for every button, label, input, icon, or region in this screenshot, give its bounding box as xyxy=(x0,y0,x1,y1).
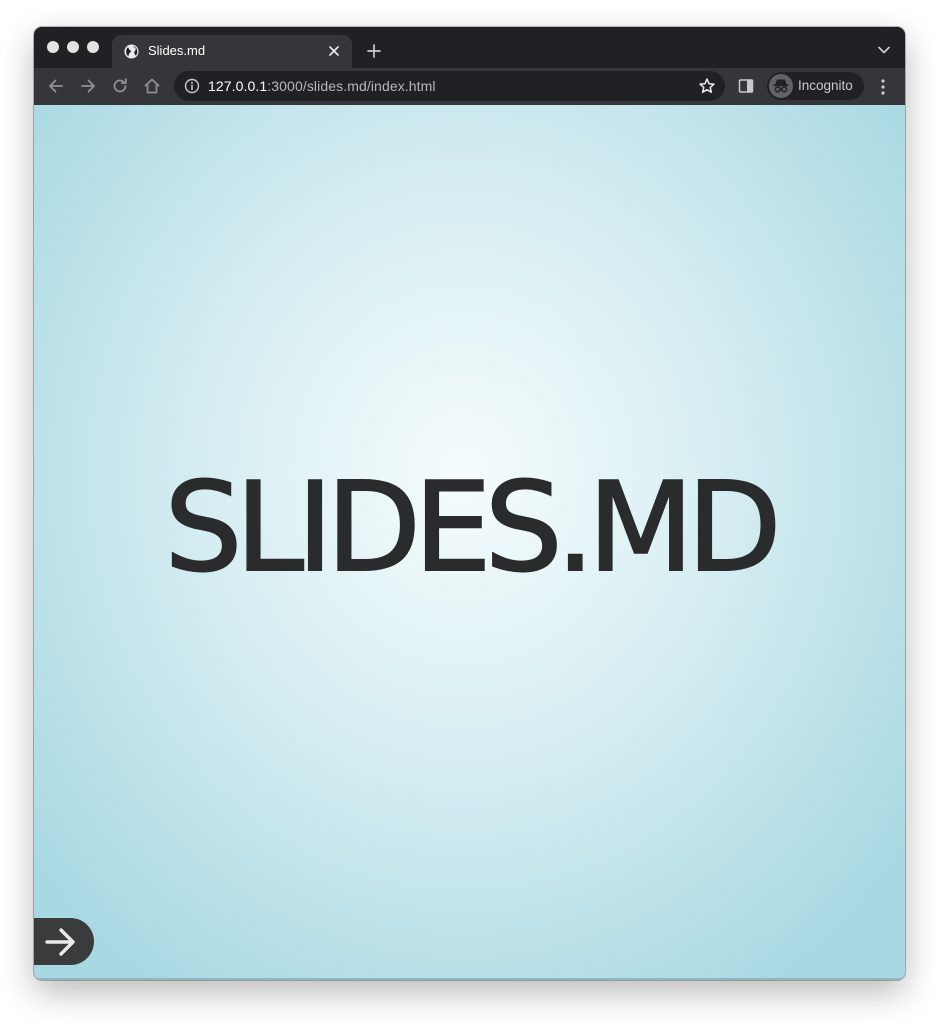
window-minimize-dot[interactable] xyxy=(67,41,79,53)
side-panel-icon[interactable] xyxy=(738,78,754,94)
reload-icon[interactable] xyxy=(110,76,130,96)
forward-arrow-icon[interactable] xyxy=(78,76,98,96)
page-viewport: SLIDES.MD xyxy=(34,105,905,980)
page-bottom-edge xyxy=(34,978,905,980)
back-arrow-icon[interactable] xyxy=(46,76,66,96)
incognito-profile-button[interactable]: Incognito xyxy=(767,72,864,100)
incognito-label: Incognito xyxy=(798,78,853,93)
url-text[interactable]: 127.0.0.1:3000/slides.md/index.html xyxy=(208,78,436,94)
window-maximize-dot[interactable] xyxy=(87,41,99,53)
window-close-dot[interactable] xyxy=(47,41,59,53)
browser-toolbar: 127.0.0.1:3000/slides.md/index.html Inco… xyxy=(34,68,905,105)
incognito-icon xyxy=(769,74,793,98)
tab-title: Slides.md xyxy=(148,43,206,58)
globe-icon xyxy=(124,44,139,59)
star-icon[interactable] xyxy=(698,77,716,95)
next-slide-button[interactable] xyxy=(34,918,94,965)
arrow-right-icon xyxy=(45,928,75,956)
browser-window: Slides.md 127.0.0.1:3000/slides.md/index… xyxy=(34,27,905,980)
slide-title: SLIDES.MD xyxy=(163,457,782,600)
url-host: 127.0.0.1 xyxy=(208,78,268,94)
url-path: :3000/slides.md/index.html xyxy=(267,78,436,94)
kebab-menu-icon[interactable] xyxy=(875,78,891,96)
new-tab-plus-icon[interactable] xyxy=(364,41,384,61)
tab-slides[interactable]: Slides.md xyxy=(112,35,352,68)
home-icon[interactable] xyxy=(142,76,162,96)
close-icon[interactable] xyxy=(325,42,343,60)
chevron-down-icon[interactable] xyxy=(877,43,891,57)
address-bar[interactable]: 127.0.0.1:3000/slides.md/index.html xyxy=(174,71,725,101)
info-icon[interactable] xyxy=(184,78,200,94)
tab-strip: Slides.md xyxy=(34,27,905,68)
